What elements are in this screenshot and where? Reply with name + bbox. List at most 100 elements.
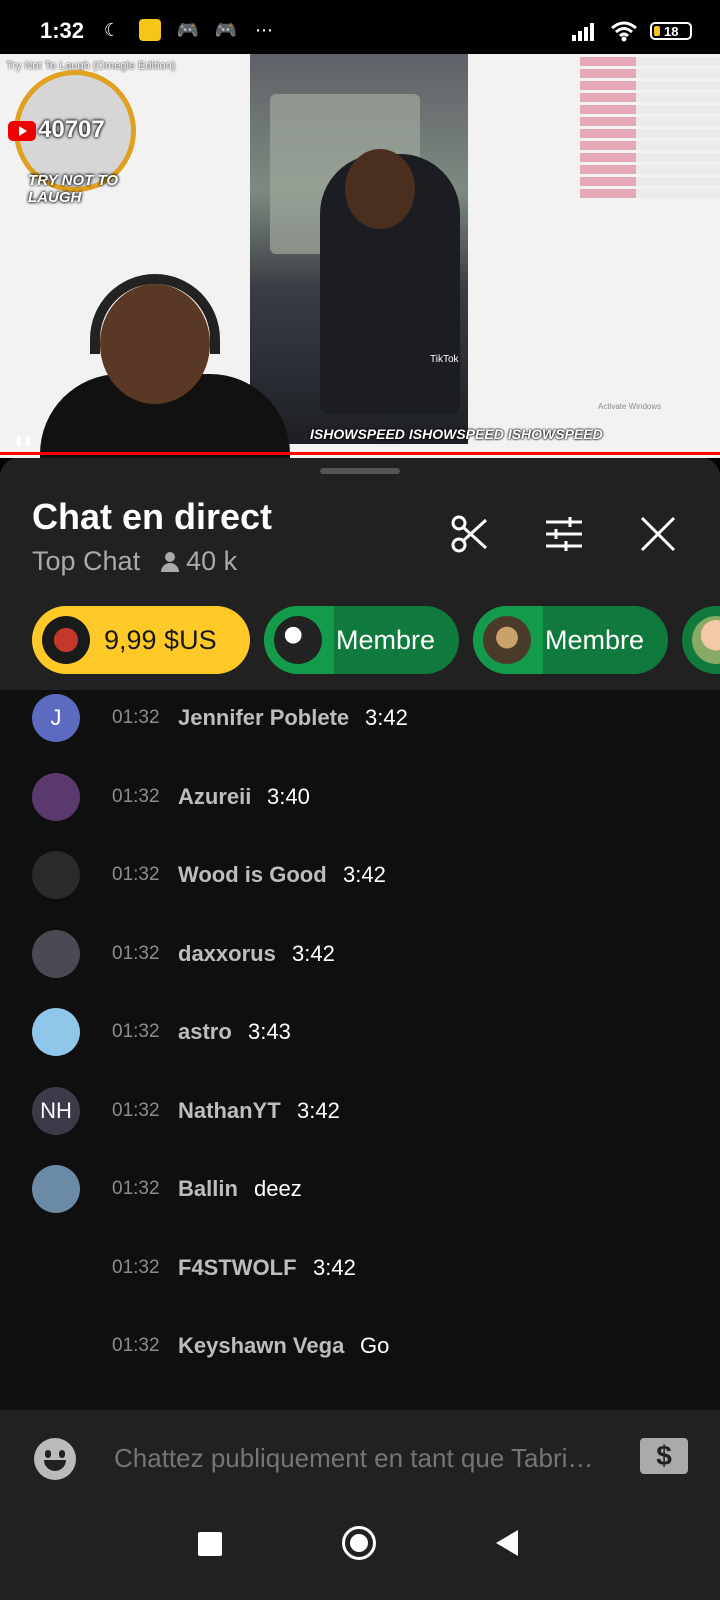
close-icon <box>640 516 676 552</box>
chat-message[interactable]: 01:32 Wood is Good 3:42 <box>0 851 720 899</box>
social-handles: ISHOWSPEED ISHOWSPEED ISHOWSPEED <box>310 426 603 442</box>
more-icon: ⋯ <box>255 19 273 40</box>
stream-chat-overlay <box>580 54 720 314</box>
message-author[interactable]: F4STWOLF <box>178 1255 297 1281</box>
author-avatar[interactable]: J <box>32 694 80 742</box>
message-time: 01:32 <box>112 785 160 807</box>
chat-subtitle: Top Chat 40 k <box>32 546 237 577</box>
membership-chip[interactable]: Membre <box>264 606 460 674</box>
chat-input[interactable] <box>112 1442 626 1475</box>
status-icons-right: 18 <box>572 20 692 42</box>
chip-avatar <box>274 616 322 664</box>
video-player[interactable]: TikTok Try Not To Laugh (Omegle Edition)… <box>0 54 720 458</box>
super-chat-ticker: 9,99 $US Membre Membre <box>32 606 720 674</box>
membership-chip-partial[interactable] <box>682 606 720 674</box>
message-time: 01:32 <box>112 1099 160 1121</box>
chat-input-bar: $ <box>0 1410 720 1510</box>
message-author[interactable]: Wood is Good <box>178 862 327 888</box>
handle-instagram: ISHOWSPEED <box>507 426 603 442</box>
scissors-icon <box>451 515 488 553</box>
message-text: Go <box>360 1333 390 1358</box>
message-time: 01:32 <box>112 707 160 728</box>
back-button[interactable] <box>496 1530 518 1556</box>
dollar-icon: $ <box>656 1440 672 1471</box>
status-icons-left: ☾ 🎮 🎮 ⋯ <box>100 18 276 42</box>
super-chat-button[interactable]: $ <box>640 1438 688 1474</box>
message-text: 3:42 <box>292 940 335 966</box>
viewer-count: 40 k <box>160 546 237 577</box>
app-notification-icon <box>138 18 162 42</box>
message-text: 3:42 <box>297 1097 340 1123</box>
chat-message[interactable]: 01:32 F4STWOLF 3:42 <box>0 1244 720 1292</box>
viewer-count-value: 40 k <box>186 546 238 576</box>
filter-button[interactable] <box>540 510 588 558</box>
clip-button[interactable] <box>446 510 494 558</box>
person-icon <box>160 551 180 572</box>
chat-message[interactable]: 01:32 Keyshawn Vega Go <box>0 1322 720 1370</box>
pause-icon[interactable]: ❚❚ <box>14 434 32 447</box>
chat-message[interactable]: J 01:32 Jennifer Poblete 3:42 <box>0 694 720 742</box>
chip-avatar <box>42 616 90 664</box>
close-button[interactable] <box>634 510 682 558</box>
chat-mode-selector[interactable]: Top Chat <box>32 546 140 577</box>
author-avatar[interactable] <box>32 1008 80 1056</box>
activate-windows-watermark: Activate Windows <box>598 402 662 411</box>
author-avatar[interactable] <box>32 851 80 899</box>
message-text: 3:43 <box>248 1019 291 1044</box>
message-text: deez <box>254 1176 302 1201</box>
counter-value: 40707 <box>38 116 105 143</box>
message-time: 01:32 <box>112 1021 160 1042</box>
signal-icon <box>572 23 594 41</box>
emoji-icon <box>45 1450 51 1458</box>
chat-message-list[interactable]: J 01:32 Jennifer Poblete 3:42 01:32 Azureii 3:… <box>0 690 720 1410</box>
youtube-logo-icon <box>8 120 36 141</box>
chat-message[interactable]: 01:32 Azureii 3:40 <box>0 772 720 821</box>
discord-icon: 🎮 <box>214 19 238 40</box>
message-author[interactable]: Jennifer Poblete <box>178 705 349 731</box>
author-avatar[interactable] <box>32 1165 80 1213</box>
super-chat-chip[interactable]: 9,99 $US <box>32 606 250 674</box>
recent-apps-button[interactable] <box>198 1532 222 1556</box>
chat-message[interactable]: NH 01:32 NathanYT 3:42 <box>0 1086 720 1135</box>
streamer-webcam <box>40 254 290 458</box>
chat-message[interactable]: 01:32 astro 3:43 <box>0 1008 720 1056</box>
tiktok-watermark: TikTok <box>430 354 459 365</box>
chip-avatar <box>692 616 720 664</box>
message-author[interactable]: Azureii <box>178 784 251 810</box>
moon-icon: ☾ <box>103 19 121 40</box>
chip-label: Membre <box>336 624 436 655</box>
membership-chip[interactable]: Membre <box>473 606 669 674</box>
wifi-icon <box>611 21 637 42</box>
emoji-button[interactable] <box>34 1438 76 1480</box>
message-author[interactable]: Ballin <box>178 1176 238 1202</box>
message-time: 01:32 <box>112 942 160 964</box>
counter-badge: 40707 <box>8 116 105 144</box>
author-avatar[interactable] <box>32 929 80 978</box>
message-author[interactable]: Keyshawn Vega <box>178 1333 344 1359</box>
drag-handle[interactable] <box>320 468 400 474</box>
message-time: 01:32 <box>112 864 160 885</box>
message-text: 3:42 <box>313 1254 356 1280</box>
try-not-to-laugh-logo: TRY NOT TO LAUGH <box>28 172 119 206</box>
video-progress-bar[interactable] <box>0 452 720 455</box>
status-time: 1:32 <box>40 18 85 43</box>
discord-icon: 🎮 <box>176 19 200 40</box>
battery-level: 18 <box>664 23 679 39</box>
status-bar: 1:32 ☾ 🎮 🎮 ⋯ 18 <box>0 0 720 54</box>
author-avatar[interactable] <box>32 772 80 821</box>
message-time: 01:32 <box>112 1256 160 1278</box>
battery-icon: 18 <box>650 22 692 40</box>
message-text: 3:40 <box>267 783 310 809</box>
author-avatar[interactable]: NH <box>32 1086 80 1135</box>
message-author[interactable]: NathanYT <box>178 1098 281 1124</box>
chat-message[interactable]: 01:32 Ballin deez <box>0 1165 720 1213</box>
video-clip-frame: TikTok <box>250 54 468 444</box>
message-text: 3:42 <box>365 705 408 730</box>
message-author[interactable]: daxxorus <box>178 941 276 967</box>
chat-message[interactable]: 01:32 daxxorus 3:42 <box>0 929 720 978</box>
message-author[interactable]: astro <box>178 1019 232 1045</box>
home-button[interactable] <box>342 1526 376 1560</box>
video-title: Try Not To Laugh (Omegle Edition) <box>6 60 176 72</box>
message-text: 3:42 <box>343 862 386 887</box>
chip-label: Membre <box>545 624 645 655</box>
